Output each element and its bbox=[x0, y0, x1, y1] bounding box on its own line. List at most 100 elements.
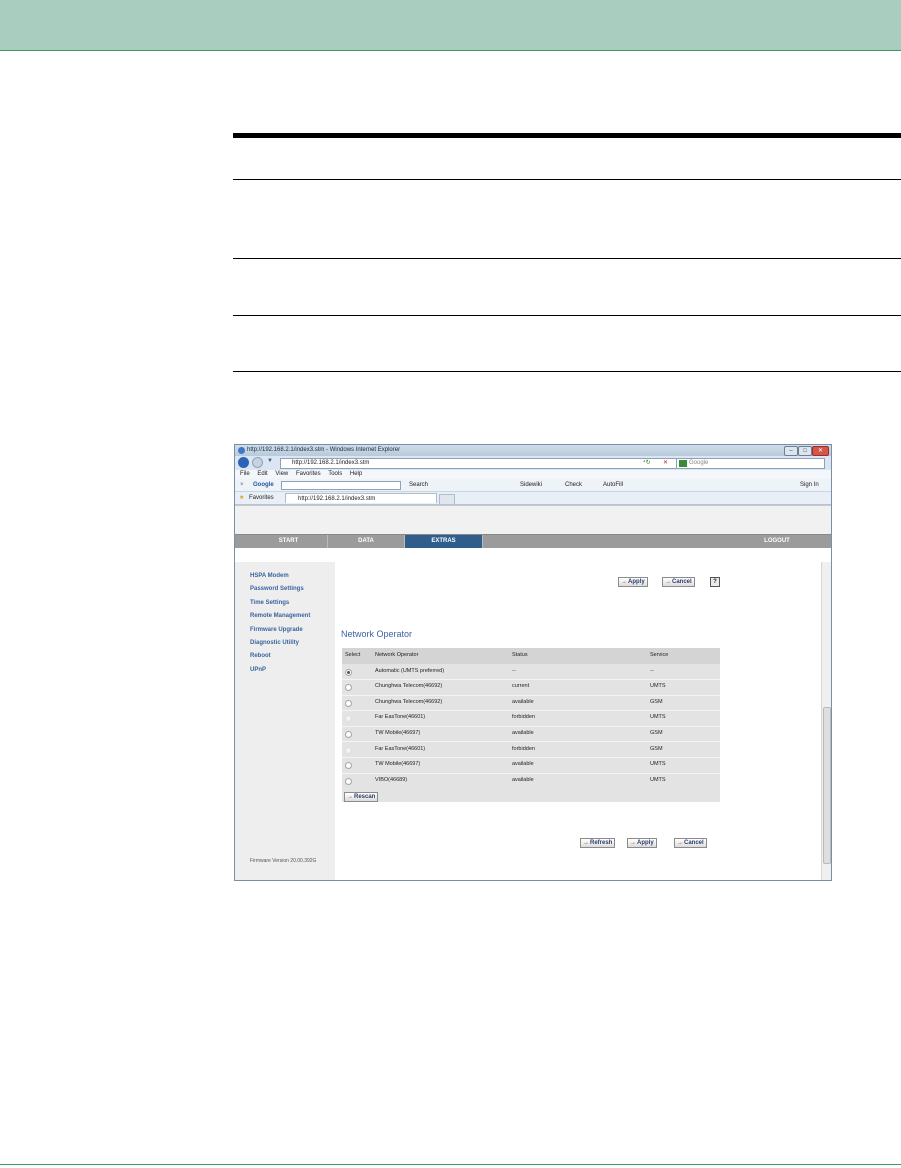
google-icon bbox=[679, 460, 687, 467]
operator-status: available bbox=[512, 698, 534, 705]
nav-logout[interactable]: LOGOUT bbox=[737, 535, 817, 548]
operator-name: VIBO(46689) bbox=[375, 776, 408, 783]
operator-status: current bbox=[512, 683, 530, 690]
apply-label: Apply bbox=[628, 579, 645, 585]
google-toolbar-logo: Google bbox=[253, 482, 274, 488]
new-tab-button[interactable] bbox=[439, 494, 455, 504]
favorites-bar: ★ Favorites http://192.168.2.1/index3.st… bbox=[235, 492, 831, 505]
sign-in-button[interactable]: Sign In bbox=[800, 479, 819, 491]
operator-name: TW Mobile(46697) bbox=[375, 730, 421, 736]
help-button[interactable]: ? bbox=[710, 577, 720, 587]
cancel-button-bottom[interactable]: →Cancel bbox=[674, 838, 707, 848]
operator-name: Automatic (UMTS preferred) bbox=[375, 667, 445, 674]
operator-status: forbidden bbox=[512, 745, 535, 752]
sidebar-item-diagnostic-utility[interactable]: Diagnostic Utility bbox=[235, 637, 335, 650]
forward-icon[interactable] bbox=[252, 457, 263, 468]
title-bar: http://192.168.2.1/index3.stm - Windows … bbox=[235, 445, 831, 456]
radio-button bbox=[345, 746, 352, 754]
table-row: Chunghwa Telecom(46692) available GSM bbox=[342, 695, 720, 711]
tab-title: http://192.168.2.1/index3.stm bbox=[298, 496, 376, 502]
apply-button-bottom[interactable]: →Apply bbox=[627, 838, 657, 848]
rescan-label: Rescan bbox=[354, 794, 376, 800]
operator-name: Chunghwa Telecom(46692) bbox=[375, 698, 443, 705]
toolbar-search-button[interactable]: Search bbox=[409, 479, 428, 491]
close-button[interactable]: ✕ bbox=[812, 446, 829, 456]
radio-button[interactable] bbox=[345, 699, 352, 707]
table-row: Far EasTone(46601) forbidden GSM bbox=[342, 742, 720, 758]
operator-status: forbidden bbox=[512, 714, 535, 721]
operator-name: TW Mobile(46697) bbox=[375, 761, 421, 768]
arrow-right-icon: → bbox=[665, 579, 671, 585]
refresh-button[interactable]: →Refresh bbox=[580, 838, 616, 848]
menu-file[interactable]: File bbox=[240, 471, 250, 477]
nav-data[interactable]: DATA bbox=[328, 535, 405, 548]
address-text: http://192.168.2.1/index3.stm bbox=[292, 460, 370, 466]
radio-button[interactable] bbox=[345, 777, 352, 785]
menu-favorites[interactable]: Favorites bbox=[296, 471, 321, 477]
operator-service: GSM bbox=[650, 698, 663, 705]
nav-extras[interactable]: EXTRAS bbox=[405, 535, 483, 548]
rescan-button[interactable]: →Rescan bbox=[344, 792, 379, 802]
operator-service: UMTS bbox=[650, 761, 666, 768]
operator-service: UMTS bbox=[650, 714, 666, 721]
sidebar-item-hspa-modem[interactable]: HSPA Modem bbox=[235, 570, 335, 583]
scrollbar-thumb[interactable] bbox=[823, 707, 831, 864]
vertical-scrollbar[interactable] bbox=[821, 562, 831, 880]
router-page-header bbox=[235, 505, 831, 534]
browser-tab[interactable]: http://192.168.2.1/index3.stm bbox=[285, 493, 437, 503]
maximize-button[interactable]: □ bbox=[798, 446, 812, 456]
sidebar-item-remote-management[interactable]: Remote Management bbox=[235, 610, 335, 623]
radio-button[interactable] bbox=[345, 731, 352, 738]
address-bar[interactable]: http://192.168.2.1/index3.stm bbox=[280, 458, 688, 469]
toolbar-check-button[interactable]: Check bbox=[565, 479, 582, 491]
operator-name: Far EasTone(46601) bbox=[375, 745, 426, 752]
menu-help[interactable]: Help bbox=[350, 471, 362, 477]
search-input[interactable]: Google bbox=[676, 458, 825, 469]
operator-status: available bbox=[512, 776, 534, 783]
table-row: TW Mobile(46697) available UMTS bbox=[342, 757, 720, 773]
radio-button[interactable] bbox=[345, 668, 352, 676]
operator-table: Select Network Operator Status Service A… bbox=[342, 648, 720, 802]
google-toolbar-input[interactable] bbox=[281, 481, 401, 490]
col-select: Select bbox=[345, 652, 361, 658]
ie-logo-icon bbox=[238, 447, 245, 454]
apply-button-top[interactable]: →Apply bbox=[618, 577, 648, 587]
menu-edit[interactable]: Edit bbox=[257, 471, 267, 477]
menu-tools[interactable]: Tools bbox=[328, 471, 342, 477]
menu-bar: File Edit View Favorites Tools Help bbox=[235, 470, 831, 479]
sidebar-item-firmware-upgrade[interactable]: Firmware Upgrade bbox=[235, 624, 335, 637]
nav-start[interactable]: START bbox=[250, 535, 328, 548]
cancel-label: Cancel bbox=[672, 579, 692, 585]
sidebar-item-reboot[interactable]: Reboot bbox=[235, 650, 335, 663]
firmware-version: Firmware Version 20.00.392G bbox=[250, 858, 317, 864]
minimize-button[interactable]: – bbox=[784, 446, 798, 456]
back-icon[interactable] bbox=[238, 457, 249, 468]
main-panel: →Apply →Cancel ? Network Operator Select… bbox=[335, 562, 821, 880]
sidebar-item-password-settings[interactable]: Password Settings bbox=[235, 583, 335, 596]
operator-status: -- bbox=[512, 667, 516, 674]
menu-view[interactable]: View bbox=[275, 471, 288, 477]
star-icon: ★ bbox=[239, 495, 245, 501]
radio-button[interactable] bbox=[345, 684, 352, 692]
chevron-down-icon[interactable]: ▼ bbox=[267, 458, 273, 464]
sidebar-item-time-settings[interactable]: Time Settings bbox=[235, 597, 335, 610]
cancel-button-top[interactable]: →Cancel bbox=[662, 577, 695, 587]
operator-status: available bbox=[512, 730, 534, 736]
table-row: VIBO(46689) available UMTS bbox=[342, 773, 720, 789]
close-toolbar-icon[interactable]: × bbox=[240, 479, 244, 491]
stop-icon[interactable]: ✕ bbox=[663, 459, 668, 466]
operator-service: UMTS bbox=[650, 683, 666, 690]
toolbar-autofill-button[interactable]: AutoFill bbox=[603, 479, 623, 491]
arrow-right-icon: → bbox=[677, 840, 683, 846]
operator-service: GSM bbox=[650, 745, 663, 752]
toolbar-sidewiki-button[interactable]: Sidewiki bbox=[520, 479, 542, 491]
operator-status: available bbox=[512, 761, 534, 768]
page-header-band bbox=[0, 0, 901, 51]
radio-button[interactable] bbox=[345, 762, 352, 770]
sidebar-item-upnp[interactable]: UPnP bbox=[235, 664, 335, 677]
divider bbox=[233, 371, 901, 372]
refresh-icon[interactable]: ⁴↻ bbox=[643, 459, 651, 466]
favorites-button[interactable]: Favorites bbox=[249, 492, 274, 504]
radio-button bbox=[345, 715, 352, 723]
divider bbox=[233, 315, 901, 316]
